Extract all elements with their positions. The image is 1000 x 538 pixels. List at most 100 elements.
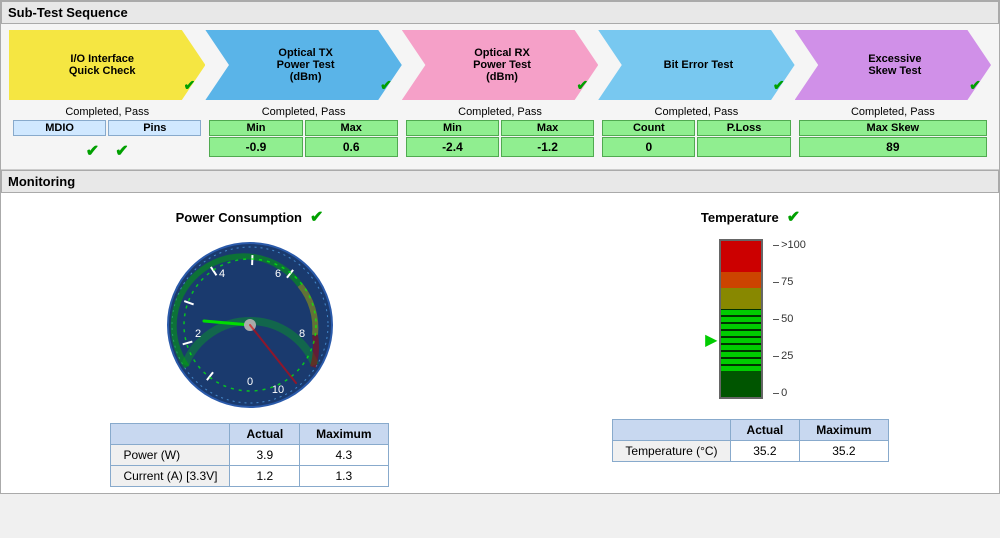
temp-segment-green-active [721,309,761,371]
chevron-label-rx: Optical RXPower Test(dBm) [473,47,531,83]
power-title: Power Consumption [176,210,302,225]
header-es-maxskew: Max Skew [799,120,987,136]
chevron-optical-tx: Optical TXPower Test(dBm) ✔ [205,30,401,100]
status-io: Completed, Pass [9,104,205,120]
chevron-shape-be: Bit Error Test ✔ [598,30,794,100]
gauge-container: 0 2 4 6 8 [160,235,340,415]
temp-table-header-maximum: Maximum [800,420,888,441]
monitoring-section: Power Consumption ✔ [1,193,999,493]
power-table: Actual Maximum Power (W) 3.9 4.3 Current… [110,423,388,487]
power-row-current: Current (A) [3.3V] 1.2 1.3 [111,466,388,487]
power-actual-watts: 3.9 [230,445,300,466]
scale-0: 0 [773,387,806,399]
svg-text:6: 6 [274,268,280,280]
chevron-excessive-skew: ExcessiveSkew Test ✔ [795,30,991,100]
value-be-count: 0 [602,137,695,157]
check-pins: ✔ [115,141,128,161]
monitoring-section-header: Monitoring [1,170,999,193]
main-container: Sub-Test Sequence I/O InterfaceQuick Che… [0,0,1000,494]
value-rx-min: -2.4 [406,137,499,157]
monitoring-title: Monitoring [8,174,75,189]
svg-text:10: 10 [271,384,283,396]
scale-label-100: >100 [781,239,806,251]
status-tx: Completed, Pass [205,104,401,120]
header-pins: Pins [108,120,201,136]
power-maximum-watts: 4.3 [300,445,388,466]
check-icon-tx: ✔ [380,77,392,94]
monitoring-content: Power Consumption ✔ [9,207,991,487]
chevron-label-tx: Optical TXPower Test(dBm) [277,47,335,83]
temp-label-celsius: Temperature (°C) [613,441,730,462]
header-tx-max: Max [305,120,398,136]
chevron-label-io: I/O InterfaceQuick Check [69,53,136,77]
temp-table-header-actual: Actual [730,420,800,441]
temp-bar [719,239,763,399]
check-icon-be: ✔ [773,77,785,94]
subtest-section: I/O InterfaceQuick Check ✔ Optical TXPow… [1,24,999,170]
temp-actual-celsius: 35.2 [730,441,800,462]
temp-title-row: Temperature ✔ [701,207,800,227]
temp-segment-green-dark [721,371,761,397]
power-table-header-maximum: Maximum [300,424,388,445]
value-tx-max: 0.6 [305,137,398,157]
power-label-watts: Power (W) [111,445,230,466]
scale-75: 75 [773,276,806,288]
status-row: Completed, Pass Completed, Pass Complete… [9,104,991,120]
check-mdio: ✔ [86,141,99,161]
check-icon-es: ✔ [969,77,981,94]
status-es: Completed, Pass [795,104,991,120]
power-maximum-current: 1.3 [300,466,388,487]
temp-segment-yellow [721,288,761,309]
svg-text:0: 0 [246,376,252,388]
power-label-current: Current (A) [3.3V] [111,466,230,487]
subtest-section-header: Sub-Test Sequence [1,1,999,24]
svg-text:8: 8 [298,328,304,340]
temp-scale: >100 75 50 25 [773,239,806,399]
chevron-shape-tx: Optical TXPower Test(dBm) ✔ [205,30,401,100]
power-table-header-actual: Actual [230,424,300,445]
subtest-title: Sub-Test Sequence [8,5,128,20]
scale-100: >100 [773,239,806,251]
value-tx-min: -0.9 [209,137,302,157]
chevron-row: I/O InterfaceQuick Check ✔ Optical TXPow… [9,30,991,100]
chevron-shape-io: I/O InterfaceQuick Check ✔ [9,30,205,100]
value-be-ploss [697,137,790,157]
data-group-be: Count P.Loss 0 [598,120,794,161]
status-be: Completed, Pass [598,104,794,120]
scale-label-25: 25 [781,350,793,362]
temp-maximum-celsius: 35.2 [800,441,888,462]
chevron-optical-rx: Optical RXPower Test(dBm) ✔ [402,30,598,100]
temp-panel: Temperature ✔ ▶ [510,207,991,487]
chevron-shape-es: ExcessiveSkew Test ✔ [795,30,991,100]
power-title-row: Power Consumption ✔ [176,207,324,227]
data-group-es: Max Skew 89 [795,120,991,161]
svg-text:4: 4 [218,268,224,280]
temp-indicator: ▶ [705,330,717,350]
header-rx-max: Max [501,120,594,136]
power-panel: Power Consumption ✔ [9,207,490,487]
data-row: MDIO Pins ✔ ✔ Min Max -0.9 0.6 [9,120,991,161]
data-group-io: MDIO Pins ✔ ✔ [9,120,205,161]
data-group-rx: Min Max -2.4 -1.2 [402,120,598,161]
power-check-icon: ✔ [310,207,323,227]
header-tx-min: Min [209,120,302,136]
chevron-shape-rx: Optical RXPower Test(dBm) ✔ [402,30,598,100]
power-actual-current: 1.2 [230,466,300,487]
scale-50: 50 [773,313,806,325]
header-be-count: Count [602,120,695,136]
chevron-label-es: ExcessiveSkew Test [868,53,921,77]
header-be-ploss: P.Loss [697,120,790,136]
header-mdio: MDIO [13,120,106,136]
temp-row-celsius: Temperature (°C) 35.2 35.2 [613,441,888,462]
power-table-header-label [111,424,230,445]
scale-label-0: 0 [781,387,787,399]
check-icon-io: ✔ [184,77,196,94]
svg-text:2: 2 [194,328,200,340]
power-row-watts: Power (W) 3.9 4.3 [111,445,388,466]
temp-check-icon: ✔ [787,207,800,227]
scale-label-75: 75 [781,276,793,288]
value-rx-max: -1.2 [501,137,594,157]
temp-bar-container: ▶ [695,235,806,403]
check-icon-rx: ✔ [576,77,588,94]
chevron-label-be: Bit Error Test [664,59,733,71]
